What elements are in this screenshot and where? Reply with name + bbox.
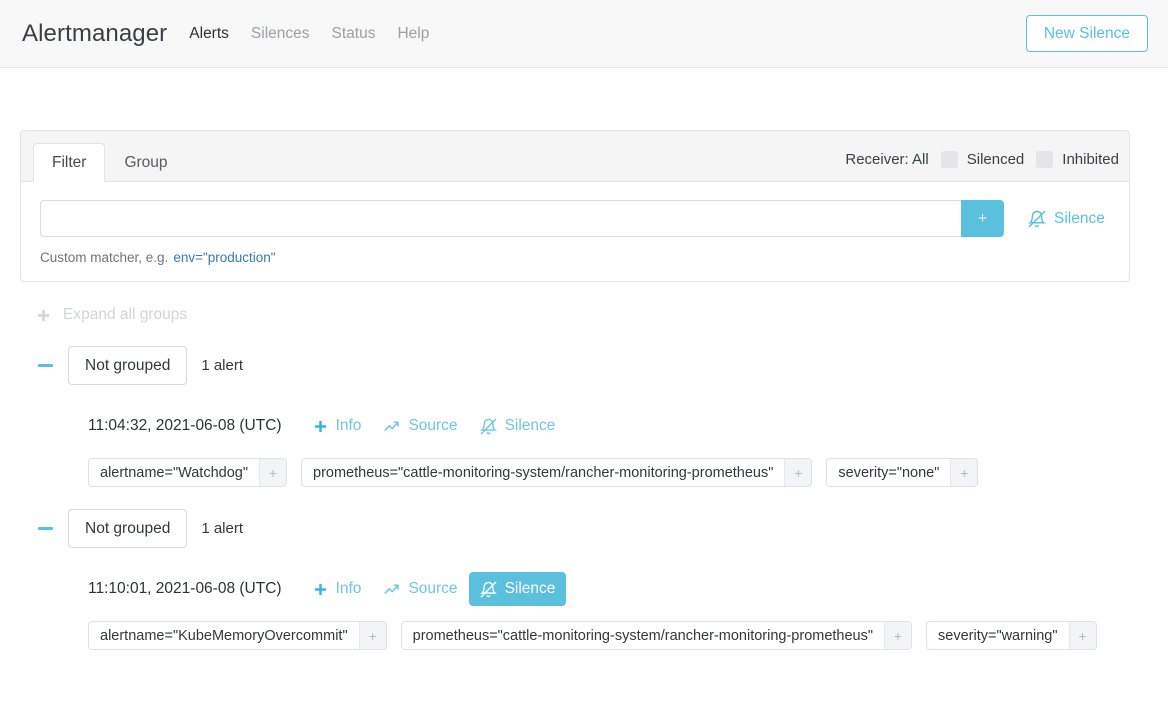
group-alert-count: 1 alert: [201, 520, 244, 538]
collapse-group-icon[interactable]: [36, 520, 54, 538]
alert-source-label: Source: [408, 417, 458, 435]
filter-row: + Silence: [40, 200, 1110, 237]
add-matcher-button[interactable]: +: [961, 200, 1004, 237]
alert-label-chip: alertname="Watchdog" +: [88, 458, 287, 488]
tab-filter[interactable]: Filter: [33, 142, 106, 182]
bell-slash-icon: [479, 581, 497, 598]
matcher-hint: Custom matcher, e.g. env="production": [40, 250, 1110, 265]
inhibited-checkbox[interactable]: [1036, 151, 1054, 168]
plus-icon: [313, 419, 328, 434]
add-label-filter-button[interactable]: +: [884, 622, 912, 650]
app-brand: Alertmanager: [22, 19, 168, 47]
inhibited-checkbox-label: Inhibited: [1062, 151, 1119, 168]
alert-silence-label: Silence: [504, 580, 556, 598]
alert-timestamp: 11:04:32, 2021-06-08 (UTC): [88, 417, 282, 435]
collapse-group-icon[interactable]: [36, 357, 54, 375]
silenced-checkbox-label: Silenced: [966, 151, 1025, 168]
alert-label-text: alertname="KubeMemoryOvercommit": [100, 627, 348, 644]
nav-item-silences[interactable]: Silences: [251, 25, 310, 43]
alert-label-chip: severity="none" +: [826, 458, 979, 488]
alert-meta-row: 11:10:01, 2021-06-08 (UTC) Info Source S…: [88, 572, 1148, 607]
chart-line-icon: [383, 581, 400, 598]
group-name-button[interactable]: Not grouped: [68, 509, 188, 549]
alert-label-text: severity="warning": [938, 627, 1058, 644]
nav-item-alerts[interactable]: Alerts: [189, 25, 229, 43]
alert-source-label: Source: [408, 580, 458, 598]
add-label-filter-button[interactable]: +: [950, 459, 978, 487]
inhibited-checkbox-group[interactable]: Inhibited: [1036, 151, 1119, 168]
alert-source-button[interactable]: Source: [372, 409, 468, 443]
alert-timestamp: 11:10:01, 2021-06-08 (UTC): [88, 580, 282, 598]
alert-group: Not grouped 1 alert 11:10:01, 2021-06-08…: [20, 509, 1148, 651]
alert-source-button[interactable]: Source: [372, 572, 468, 606]
alert-label-text: prometheus="cattle-monitoring-system/ran…: [412, 627, 874, 644]
nav-item-status[interactable]: Status: [332, 25, 376, 43]
alert-meta-row: 11:04:32, 2021-06-08 (UTC) Info Source S…: [88, 409, 1148, 443]
group-name-button[interactable]: Not grouped: [68, 346, 188, 386]
alert-info-label: Info: [335, 417, 362, 435]
add-label-filter-button[interactable]: +: [1068, 622, 1096, 650]
alert-group-header: Not grouped 1 alert: [36, 346, 1148, 386]
filter-silence-link[interactable]: Silence: [1028, 200, 1105, 237]
expand-all-groups[interactable]: Expand all groups: [36, 306, 1148, 324]
alert-info-button[interactable]: Info: [302, 572, 373, 606]
silenced-checkbox-group[interactable]: Silenced: [940, 151, 1025, 168]
group-alert-count: 1 alert: [201, 357, 244, 375]
tab-group[interactable]: Group: [105, 143, 186, 182]
bell-slash-icon: [1028, 210, 1046, 228]
alert-item: 11:10:01, 2021-06-08 (UTC) Info Source S…: [88, 572, 1148, 651]
alert-silence-label: Silence: [504, 417, 556, 435]
alert-info-button[interactable]: Info: [302, 409, 373, 443]
alert-group: Not grouped 1 alert 11:04:32, 2021-06-08…: [20, 346, 1148, 488]
alert-info-label: Info: [335, 580, 362, 598]
alert-group-header: Not grouped 1 alert: [36, 509, 1148, 549]
add-label-filter-button[interactable]: +: [358, 622, 386, 650]
filter-card: Filter Group Receiver: All Silenced Inhi…: [20, 130, 1130, 282]
bell-slash-icon: [479, 418, 497, 435]
silenced-checkbox[interactable]: [940, 151, 958, 168]
alert-labels: alertname="KubeMemoryOvercommit" + prome…: [88, 621, 1148, 651]
alert-label-chip: alertname="KubeMemoryOvercommit" +: [88, 621, 387, 651]
top-navbar: Alertmanager Alerts Silences Status Help…: [0, 0, 1168, 68]
filter-tabs: Filter Group: [33, 142, 187, 182]
filter-card-body: + Silence Custom matcher, e.g. env="produ…: [21, 182, 1129, 281]
filter-options: Receiver: All Silenced Inhibited: [845, 151, 1119, 181]
alert-label-chip: prometheus="cattle-monitoring-system/ran…: [400, 621, 913, 651]
alert-label-text: severity="none": [838, 464, 940, 481]
alert-labels: alertname="Watchdog" + prometheus="cattl…: [88, 458, 1148, 488]
filter-silence-label: Silence: [1054, 209, 1105, 227]
new-silence-button[interactable]: New Silence: [1025, 14, 1148, 53]
nav-links: Alerts Silences Status Help: [189, 25, 429, 43]
filter-matcher-input[interactable]: [40, 200, 961, 237]
alert-label-chip: prometheus="cattle-monitoring-system/ran…: [301, 458, 813, 488]
receiver-label[interactable]: Receiver: All: [845, 151, 928, 168]
filter-card-header: Filter Group Receiver: All Silenced Inhi…: [21, 131, 1129, 182]
plus-icon: [36, 308, 51, 323]
add-label-filter-button[interactable]: +: [259, 459, 286, 487]
add-label-filter-button[interactable]: +: [784, 459, 812, 487]
page-container: Filter Group Receiver: All Silenced Inhi…: [0, 130, 1168, 651]
chart-line-icon: [383, 418, 400, 435]
alert-silence-button[interactable]: Silence: [468, 572, 567, 607]
alert-label-text: prometheus="cattle-monitoring-system/ran…: [313, 464, 774, 481]
expand-all-label: Expand all groups: [63, 306, 188, 323]
plus-icon: [313, 582, 328, 597]
nav-item-help[interactable]: Help: [397, 25, 429, 43]
alert-label-text: alertname="Watchdog": [100, 464, 248, 481]
matcher-hint-example[interactable]: env="production": [173, 250, 275, 265]
alert-item: 11:04:32, 2021-06-08 (UTC) Info Source S…: [88, 409, 1148, 488]
matcher-hint-text: Custom matcher, e.g.: [40, 250, 169, 265]
alert-silence-button[interactable]: Silence: [469, 409, 567, 443]
alert-label-chip: severity="warning" +: [926, 621, 1097, 651]
